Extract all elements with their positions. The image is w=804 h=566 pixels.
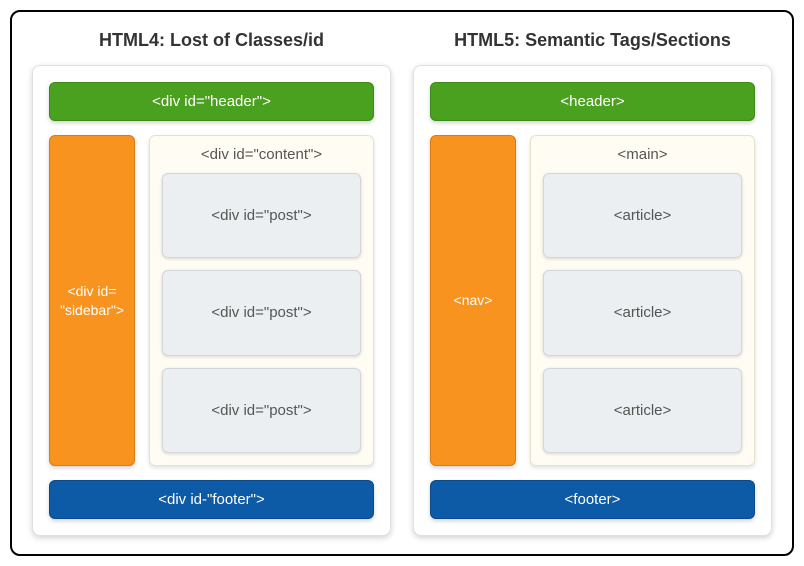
html5-card: <header> <nav> <main> <article> <article… — [413, 65, 772, 536]
html4-post-box: <div id="post"> — [162, 368, 361, 453]
html4-header-box: <div id="header"> — [49, 82, 374, 121]
html4-sidebar-box: <div id="sidebar"> — [49, 135, 135, 466]
html4-card: <div id="header"> <div id="sidebar"> <di… — [32, 65, 391, 536]
html5-title: HTML5: Semantic Tags/Sections — [413, 30, 772, 51]
html4-footer-box: <div id-"footer"> — [49, 480, 374, 519]
html5-panel: HTML5: Semantic Tags/Sections <header> <… — [413, 30, 772, 536]
html5-post-box: <article> — [543, 173, 742, 258]
html4-middle: <div id="sidebar"> <div id="content"> <d… — [49, 135, 374, 466]
html4-panel: HTML4: Lost of Classes/id <div id="heade… — [32, 30, 391, 536]
html4-content-box: <div id="content"> <div id="post"> <div … — [149, 135, 374, 466]
html4-post-box: <div id="post"> — [162, 173, 361, 258]
html5-header-box: <header> — [430, 82, 755, 121]
html5-post-box: <article> — [543, 270, 742, 355]
html4-title: HTML4: Lost of Classes/id — [32, 30, 391, 51]
html5-content-label: <main> — [543, 146, 742, 163]
html4-posts: <div id="post"> <div id="post"> <div id=… — [162, 173, 361, 453]
html4-content-label: <div id="content"> — [162, 146, 361, 163]
html5-posts: <article> <article> <article> — [543, 173, 742, 453]
html5-post-box: <article> — [543, 368, 742, 453]
html5-content-box: <main> <article> <article> <article> — [530, 135, 755, 466]
html4-post-box: <div id="post"> — [162, 270, 361, 355]
html5-sidebar-box: <nav> — [430, 135, 516, 466]
html5-footer-box: <footer> — [430, 480, 755, 519]
html5-middle: <nav> <main> <article> <article> <articl… — [430, 135, 755, 466]
diagram-container: HTML4: Lost of Classes/id <div id="heade… — [10, 10, 794, 556]
